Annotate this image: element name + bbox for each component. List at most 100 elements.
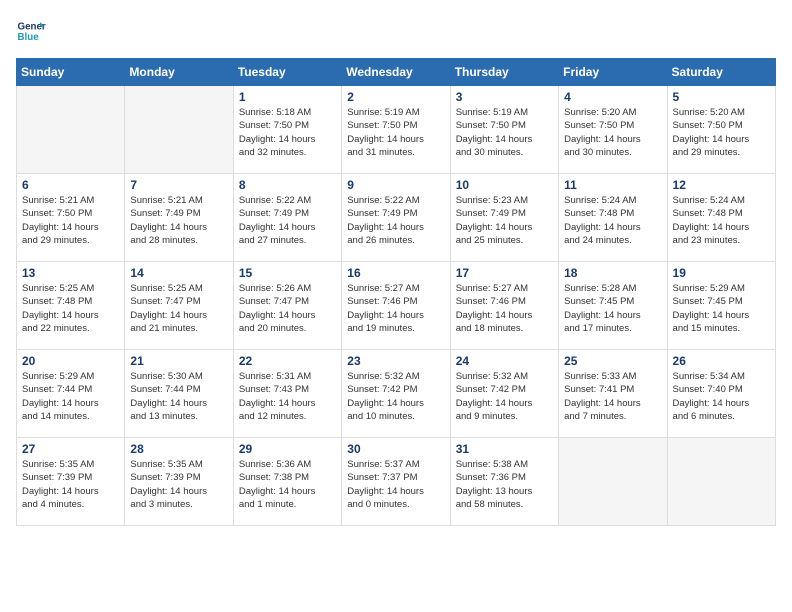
day-number: 29 [239, 442, 336, 456]
day-info: Sunrise: 5:22 AM Sunset: 7:49 PM Dayligh… [239, 194, 336, 247]
svg-text:General: General [18, 22, 47, 33]
calendar-cell: 19 Sunrise: 5:29 AM Sunset: 7:45 PM Dayli… [667, 262, 775, 350]
day-number: 14 [130, 266, 227, 280]
day-info: Sunrise: 5:37 AM Sunset: 7:37 PM Dayligh… [347, 458, 444, 511]
calendar-cell: 26 Sunrise: 5:34 AM Sunset: 7:40 PM Dayli… [667, 350, 775, 438]
day-info: Sunrise: 5:34 AM Sunset: 7:40 PM Dayligh… [673, 370, 770, 423]
calendar-cell: 15Sunrise: 5:26 AM Sunset: 7:47 PM Dayli… [233, 262, 341, 350]
day-number: 30 [347, 442, 444, 456]
day-number: 17 [456, 266, 553, 280]
calendar-cell: 21 Sunrise: 5:30 AM Sunset: 7:44 PM Dayli… [125, 350, 233, 438]
day-info: Sunrise: 5:23 AM Sunset: 7:49 PM Dayligh… [456, 194, 553, 247]
svg-text:Blue: Blue [18, 32, 40, 43]
calendar-cell: 29 Sunrise: 5:36 AM Sunset: 7:38 PM Dayli… [233, 438, 341, 526]
calendar-cell: 4Sunrise: 5:20 AM Sunset: 7:50 PM Daylig… [559, 86, 667, 174]
weekday-header-sunday: Sunday [17, 59, 125, 86]
day-number: 24 [456, 354, 553, 368]
calendar-cell: 2 Sunrise: 5:19 AM Sunset: 7:50 PM Daylig… [342, 86, 450, 174]
day-info: Sunrise: 5:24 AM Sunset: 7:48 PM Dayligh… [673, 194, 770, 247]
page-header: General Blue [16, 16, 776, 46]
day-info: Sunrise: 5:21 AM Sunset: 7:50 PM Dayligh… [22, 194, 119, 247]
day-number: 8 [239, 178, 336, 192]
calendar-cell: 18 Sunrise: 5:28 AM Sunset: 7:45 PM Dayli… [559, 262, 667, 350]
day-number: 9 [347, 178, 444, 192]
calendar-cell: 7 Sunrise: 5:21 AM Sunset: 7:49 PM Daylig… [125, 174, 233, 262]
day-info: Sunrise: 5:21 AM Sunset: 7:49 PM Dayligh… [130, 194, 227, 247]
day-number: 13 [22, 266, 119, 280]
calendar-cell: 8 Sunrise: 5:22 AM Sunset: 7:49 PM Daylig… [233, 174, 341, 262]
day-info: Sunrise: 5:35 AM Sunset: 7:39 PM Dayligh… [22, 458, 119, 511]
day-info: Sunrise: 5:18 AM Sunset: 7:50 PM Dayligh… [239, 106, 336, 159]
calendar-cell: 28 Sunrise: 5:35 AM Sunset: 7:39 PM Dayli… [125, 438, 233, 526]
week-row-3: 13 Sunrise: 5:25 AM Sunset: 7:48 PM Dayli… [17, 262, 776, 350]
day-number: 26 [673, 354, 770, 368]
weekday-header-wednesday: Wednesday [342, 59, 450, 86]
calendar-cell: 17 Sunrise: 5:27 AM Sunset: 7:46 PM Dayli… [450, 262, 558, 350]
day-info: Sunrise: 5:35 AM Sunset: 7:39 PM Dayligh… [130, 458, 227, 511]
calendar-cell: 6 Sunrise: 5:21 AM Sunset: 7:50 PM Daylig… [17, 174, 125, 262]
day-info: Sunrise: 5:28 AM Sunset: 7:45 PM Dayligh… [564, 282, 661, 335]
weekday-header-thursday: Thursday [450, 59, 558, 86]
calendar-cell: 11 Sunrise: 5:24 AM Sunset: 7:48 PM Dayli… [559, 174, 667, 262]
day-info: Sunrise: 5:31 AM Sunset: 7:43 PM Dayligh… [239, 370, 336, 423]
calendar-cell [17, 86, 125, 174]
day-number: 19 [673, 266, 770, 280]
day-info: Sunrise: 5:30 AM Sunset: 7:44 PM Dayligh… [130, 370, 227, 423]
calendar-cell: 14 Sunrise: 5:25 AM Sunset: 7:47 PM Dayli… [125, 262, 233, 350]
calendar-cell [125, 86, 233, 174]
calendar-cell [667, 438, 775, 526]
day-info: Sunrise: 5:38 AM Sunset: 7:36 PM Dayligh… [456, 458, 553, 511]
calendar-cell: 13 Sunrise: 5:25 AM Sunset: 7:48 PM Dayli… [17, 262, 125, 350]
day-number: 20 [22, 354, 119, 368]
calendar-cell [559, 438, 667, 526]
day-number: 16 [347, 266, 444, 280]
day-number: 1 [239, 90, 336, 104]
day-info: Sunrise: 5:32 AM Sunset: 7:42 PM Dayligh… [347, 370, 444, 423]
calendar-cell: 31 Sunrise: 5:38 AM Sunset: 7:36 PM Dayli… [450, 438, 558, 526]
day-info: Sunrise: 5:27 AM Sunset: 7:46 PM Dayligh… [456, 282, 553, 335]
calendar-cell: 25 Sunrise: 5:33 AM Sunset: 7:41 PM Dayli… [559, 350, 667, 438]
day-info: Sunrise: 5:25 AM Sunset: 7:48 PM Dayligh… [22, 282, 119, 335]
day-info: Sunrise: 5:24 AM Sunset: 7:48 PM Dayligh… [564, 194, 661, 247]
day-number: 21 [130, 354, 227, 368]
week-row-5: 27 Sunrise: 5:35 AM Sunset: 7:39 PM Dayli… [17, 438, 776, 526]
weekday-header-saturday: Saturday [667, 59, 775, 86]
day-info: Sunrise: 5:32 AM Sunset: 7:42 PM Dayligh… [456, 370, 553, 423]
day-info: Sunrise: 5:36 AM Sunset: 7:38 PM Dayligh… [239, 458, 336, 511]
week-row-1: 1 Sunrise: 5:18 AM Sunset: 7:50 PM Daylig… [17, 86, 776, 174]
calendar-cell: 10Sunrise: 5:23 AM Sunset: 7:49 PM Dayli… [450, 174, 558, 262]
calendar-cell: 27 Sunrise: 5:35 AM Sunset: 7:39 PM Dayli… [17, 438, 125, 526]
calendar-cell: 22Sunrise: 5:31 AM Sunset: 7:43 PM Dayli… [233, 350, 341, 438]
day-number: 7 [130, 178, 227, 192]
day-number: 25 [564, 354, 661, 368]
calendar-cell: 30 Sunrise: 5:37 AM Sunset: 7:37 PM Dayli… [342, 438, 450, 526]
day-info: Sunrise: 5:22 AM Sunset: 7:49 PM Dayligh… [347, 194, 444, 247]
day-number: 15 [239, 266, 336, 280]
day-info: Sunrise: 5:25 AM Sunset: 7:47 PM Dayligh… [130, 282, 227, 335]
weekday-header-row: SundayMondayTuesdayWednesdayThursdayFrid… [17, 59, 776, 86]
day-number: 31 [456, 442, 553, 456]
calendar-cell: 9 Sunrise: 5:22 AM Sunset: 7:49 PM Daylig… [342, 174, 450, 262]
weekday-header-friday: Friday [559, 59, 667, 86]
day-info: Sunrise: 5:19 AM Sunset: 7:50 PM Dayligh… [347, 106, 444, 159]
day-info: Sunrise: 5:29 AM Sunset: 7:45 PM Dayligh… [673, 282, 770, 335]
day-number: 28 [130, 442, 227, 456]
weekday-header-tuesday: Tuesday [233, 59, 341, 86]
day-info: Sunrise: 5:27 AM Sunset: 7:46 PM Dayligh… [347, 282, 444, 335]
day-number: 12 [673, 178, 770, 192]
day-number: 6 [22, 178, 119, 192]
day-number: 18 [564, 266, 661, 280]
day-number: 2 [347, 90, 444, 104]
calendar-cell: 3Sunrise: 5:19 AM Sunset: 7:50 PM Daylig… [450, 86, 558, 174]
calendar-cell: 20 Sunrise: 5:29 AM Sunset: 7:44 PM Dayli… [17, 350, 125, 438]
calendar-table: SundayMondayTuesdayWednesdayThursdayFrid… [16, 58, 776, 526]
day-number: 3 [456, 90, 553, 104]
day-info: Sunrise: 5:29 AM Sunset: 7:44 PM Dayligh… [22, 370, 119, 423]
day-info: Sunrise: 5:33 AM Sunset: 7:41 PM Dayligh… [564, 370, 661, 423]
logo: General Blue [16, 16, 46, 46]
day-info: Sunrise: 5:20 AM Sunset: 7:50 PM Dayligh… [564, 106, 661, 159]
day-number: 27 [22, 442, 119, 456]
day-number: 11 [564, 178, 661, 192]
weekday-header-monday: Monday [125, 59, 233, 86]
week-row-4: 20 Sunrise: 5:29 AM Sunset: 7:44 PM Dayli… [17, 350, 776, 438]
